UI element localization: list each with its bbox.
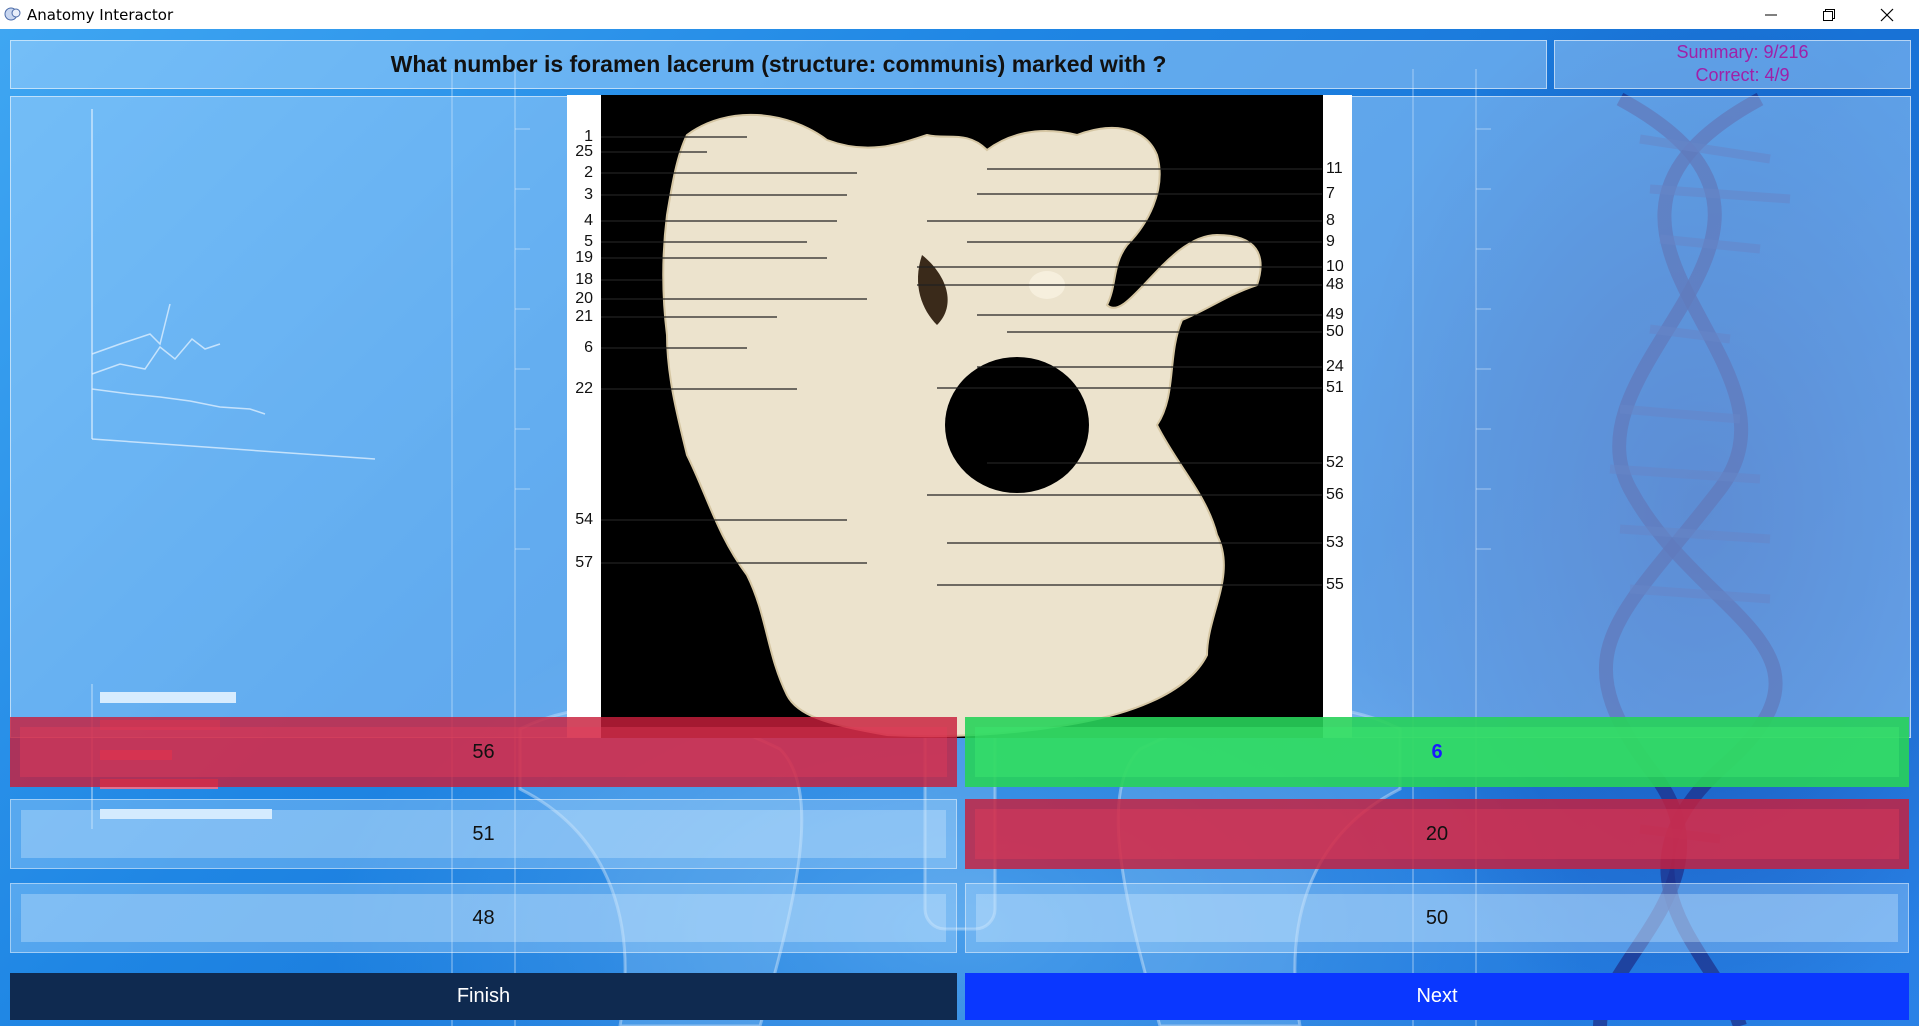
figure-label-22: 22 <box>575 380 593 397</box>
score-panel: Summary: 9/216 Correct: 4/9 <box>1554 40 1911 89</box>
figure-label-18: 18 <box>575 271 593 288</box>
figure-label-20: 20 <box>575 290 593 307</box>
figure-label-19: 19 <box>575 249 593 266</box>
figure-label-6: 6 <box>584 339 593 356</box>
figure-label-7: 7 <box>1326 185 1335 202</box>
answer-option-3[interactable]: 51 <box>10 799 957 869</box>
window-title: Anatomy Interactor <box>27 6 174 24</box>
figure-label-11: 11 <box>1326 160 1343 177</box>
figure-label-21: 21 <box>575 308 593 325</box>
figure-label-53: 53 <box>1326 534 1344 551</box>
answer-option-6[interactable]: 50 <box>965 883 1909 953</box>
anatomy-figure: 1 25 2 3 4 5 19 18 20 21 6 22 54 57 11 7 8 9 10 48 49 50 24 51… <box>567 95 1352 738</box>
restore-button[interactable] <box>1800 0 1858 29</box>
figure-label-51: 51 <box>1326 379 1344 396</box>
skull-base-illustration <box>601 113 1322 738</box>
figure-label-25: 25 <box>575 143 593 160</box>
figure-label-55: 55 <box>1326 576 1344 593</box>
figure-label-54: 54 <box>575 511 593 528</box>
figure-label-57: 57 <box>575 554 593 571</box>
figure-label-10: 10 <box>1326 258 1344 275</box>
answer-option-4[interactable]: 20 <box>965 799 1909 869</box>
minimize-icon <box>1765 14 1777 15</box>
answer-text: 50 <box>1425 906 1449 929</box>
close-icon <box>1880 8 1894 21</box>
answer-option-2[interactable]: 6 <box>965 717 1909 787</box>
figure-label-50: 50 <box>1326 323 1344 340</box>
figure-label-49: 49 <box>1326 306 1344 323</box>
answer-option-1[interactable]: 56 <box>10 717 957 787</box>
correct-count-text: Correct: 4/9 <box>1695 65 1790 85</box>
figure-label-56: 56 <box>1326 486 1344 503</box>
app-client-area: What number is foramen lacerum (structur… <box>0 29 1919 1026</box>
answer-text: 20 <box>1425 822 1449 845</box>
answer-option-5[interactable]: 48 <box>10 883 957 953</box>
figure-label-9: 9 <box>1326 233 1335 250</box>
figure-label-48: 48 <box>1326 276 1344 293</box>
figure-label-3: 3 <box>584 186 593 203</box>
figure-label-2: 2 <box>584 164 593 181</box>
answer-text: 48 <box>472 906 495 929</box>
answer-text: 6 <box>1431 740 1443 763</box>
figure-label-4: 4 <box>584 212 593 229</box>
question-text: What number is foramen lacerum (structur… <box>390 51 1167 77</box>
answer-text: 56 <box>472 740 495 763</box>
figure-label-8: 8 <box>1326 212 1335 229</box>
app-icon <box>4 7 21 21</box>
answer-text: 51 <box>472 822 495 845</box>
close-button[interactable] <box>1858 0 1916 29</box>
next-button[interactable]: Next <box>965 973 1909 1020</box>
figure-label-24: 24 <box>1326 358 1344 375</box>
figure-label-52: 52 <box>1326 454 1344 471</box>
summary-text: Summary: 9/216 <box>1676 42 1809 62</box>
restore-icon <box>1823 8 1835 21</box>
finish-button[interactable]: Finish <box>10 973 957 1020</box>
window-title-bar: Anatomy Interactor <box>0 0 1919 30</box>
minimize-button[interactable] <box>1742 0 1800 29</box>
question-panel: What number is foramen lacerum (structur… <box>10 40 1547 89</box>
